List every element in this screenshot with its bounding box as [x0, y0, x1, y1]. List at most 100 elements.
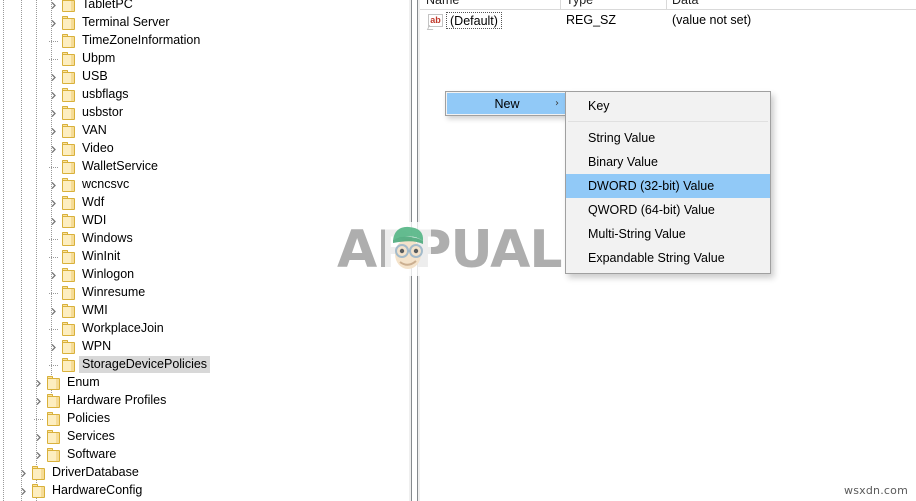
chevron-right-icon[interactable] [18, 464, 29, 482]
corner-watermark: wsxdn.com [844, 484, 908, 497]
chevron-right-icon[interactable] [48, 86, 59, 104]
sidebar-item-walletservice[interactable]: WalletService [0, 158, 409, 176]
chevron-right-icon[interactable] [48, 0, 59, 14]
value-name-cell[interactable]: (Default) [446, 12, 502, 29]
menu-item-dword-32-bit-value[interactable]: DWORD (32-bit) Value [566, 174, 770, 198]
sidebar-item-label: Wdf [82, 195, 105, 209]
sidebar-item-label: StorageDevicePolicies [79, 356, 211, 373]
column-header-type[interactable]: Type [560, 0, 672, 9]
folder-icon [61, 0, 77, 12]
sidebar-item-wininit[interactable]: WinInit [0, 248, 409, 266]
tree-connector-stub [48, 230, 59, 248]
chevron-right-icon[interactable] [33, 428, 44, 446]
sidebar-item-driverdatabase[interactable]: DriverDatabase [0, 464, 409, 482]
sidebar-item-video[interactable]: Video [0, 140, 409, 158]
chevron-right-icon[interactable] [33, 446, 44, 464]
sidebar-item-label: Hardware Profiles [67, 393, 167, 407]
splitter-line-left [411, 0, 412, 501]
tree-connector-stub [48, 320, 59, 338]
chevron-right-icon[interactable] [18, 482, 29, 500]
new-submenu[interactable]: Key String Value Binary Value DWORD (32-bit… [565, 91, 771, 274]
context-menu[interactable]: New › [445, 91, 567, 116]
chevron-right-icon[interactable] [48, 176, 59, 194]
sidebar-item-storagedevicepolicies[interactable]: StorageDevicePolicies [0, 356, 409, 374]
tree-connector-stub [48, 158, 59, 176]
sidebar-item-services[interactable]: Services [0, 428, 409, 446]
sidebar-item-label: Ubpm [82, 51, 116, 65]
sidebar-item-label: WinInit [82, 249, 121, 263]
sidebar-item-wdf[interactable]: Wdf [0, 194, 409, 212]
sidebar-item-hardware-profiles[interactable]: Hardware Profiles [0, 392, 409, 410]
menu-item-new-label: New [494, 96, 520, 111]
chevron-right-icon[interactable] [48, 14, 59, 32]
menu-item-qword-64-bit-value[interactable]: QWORD (64-bit) Value [566, 198, 770, 222]
sidebar-item-label: DriverDatabase [52, 465, 139, 479]
sidebar-item-hardwareconfig[interactable]: HardwareConfig [0, 482, 409, 500]
chevron-right-icon[interactable] [48, 122, 59, 140]
value-data-cell[interactable]: (value not set) [672, 12, 751, 29]
sidebar-item-windows[interactable]: Windows [0, 230, 409, 248]
menu-item-key[interactable]: Key [566, 94, 770, 118]
sidebar-item-label: USB [82, 69, 108, 83]
folder-icon [46, 430, 62, 444]
sidebar-item-ubpm[interactable]: Ubpm [0, 50, 409, 68]
chevron-right-icon[interactable] [33, 392, 44, 410]
folder-icon [61, 70, 77, 84]
folder-icon [61, 250, 77, 264]
folder-icon [31, 484, 47, 498]
menu-item-string-value[interactable]: String Value [566, 126, 770, 150]
chevron-right-icon[interactable] [48, 302, 59, 320]
sidebar-item-usbflags[interactable]: usbflags [0, 86, 409, 104]
sidebar-item-software[interactable]: Software [0, 446, 409, 464]
pane-splitter[interactable] [409, 0, 420, 501]
sidebar-item-label: TimeZoneInformation [82, 33, 201, 47]
menu-item-multi-string-value[interactable]: Multi-String Value [566, 222, 770, 246]
folder-icon [61, 268, 77, 282]
chevron-right-icon[interactable] [48, 140, 59, 158]
ab-string-icon: ab [428, 14, 443, 27]
sidebar-item-wpn[interactable]: WPN [0, 338, 409, 356]
sidebar-item-terminal-server[interactable]: Terminal Server [0, 14, 409, 32]
sidebar-item-label: VAN [82, 123, 107, 137]
sidebar-item-wdi[interactable]: WDI [0, 212, 409, 230]
sidebar-item-timezoneinformation[interactable]: TimeZoneInformation [0, 32, 409, 50]
folder-icon [61, 286, 77, 300]
registry-editor-window: TabletPC Terminal Server TimeZoneInformati… [0, 0, 916, 501]
sidebar-item-label: Video [82, 141, 114, 155]
sidebar-item-usb[interactable]: USB [0, 68, 409, 86]
folder-icon [61, 358, 77, 372]
chevron-right-icon[interactable] [33, 374, 44, 392]
sidebar-item-wmi[interactable]: WMI [0, 302, 409, 320]
sidebar-item-workplacejoin[interactable]: WorkplaceJoin [0, 320, 409, 338]
sidebar-item-label: Winresume [82, 285, 146, 299]
tree-connector-stub [33, 410, 44, 428]
value-type-cell[interactable]: REG_SZ [566, 12, 616, 29]
sidebar-item-winresume[interactable]: Winresume [0, 284, 409, 302]
sidebar-item-label: WPN [82, 339, 112, 353]
menu-item-new[interactable]: New › [447, 93, 567, 114]
chevron-right-icon[interactable] [48, 338, 59, 356]
sidebar-item-policies[interactable]: Policies [0, 410, 409, 428]
column-header-name[interactable]: Name [420, 0, 566, 9]
sidebar-item-enum[interactable]: Enum [0, 374, 409, 392]
chevron-right-icon[interactable] [48, 68, 59, 86]
chevron-right-icon[interactable] [48, 104, 59, 122]
folder-icon [61, 16, 77, 30]
table-row[interactable]: ab (Default) REG_SZ (value not set) [420, 12, 916, 30]
menu-item-binary-value[interactable]: Binary Value [566, 150, 770, 174]
sidebar-item-wcncsvc[interactable]: wcncsvc [0, 176, 409, 194]
sidebar-item-winlogon[interactable]: Winlogon [0, 266, 409, 284]
sidebar-item-tabletpc[interactable]: TabletPC [0, 0, 409, 14]
menu-item-expandable-string-value[interactable]: Expandable String Value [566, 246, 770, 270]
chevron-right-icon[interactable] [48, 212, 59, 230]
tree-connector-stub [48, 356, 59, 374]
chevron-right-icon[interactable] [48, 194, 59, 212]
registry-key-tree[interactable]: TabletPC Terminal Server TimeZoneInformati… [0, 0, 409, 501]
column-header-data[interactable]: Data [666, 0, 916, 9]
folder-icon [61, 34, 77, 48]
sidebar-item-label: usbstor [82, 105, 123, 119]
sidebar-item-van[interactable]: VAN [0, 122, 409, 140]
chevron-right-icon[interactable] [48, 266, 59, 284]
sidebar-item-usbstor[interactable]: usbstor [0, 104, 409, 122]
sidebar-item-label: Terminal Server [82, 15, 170, 29]
